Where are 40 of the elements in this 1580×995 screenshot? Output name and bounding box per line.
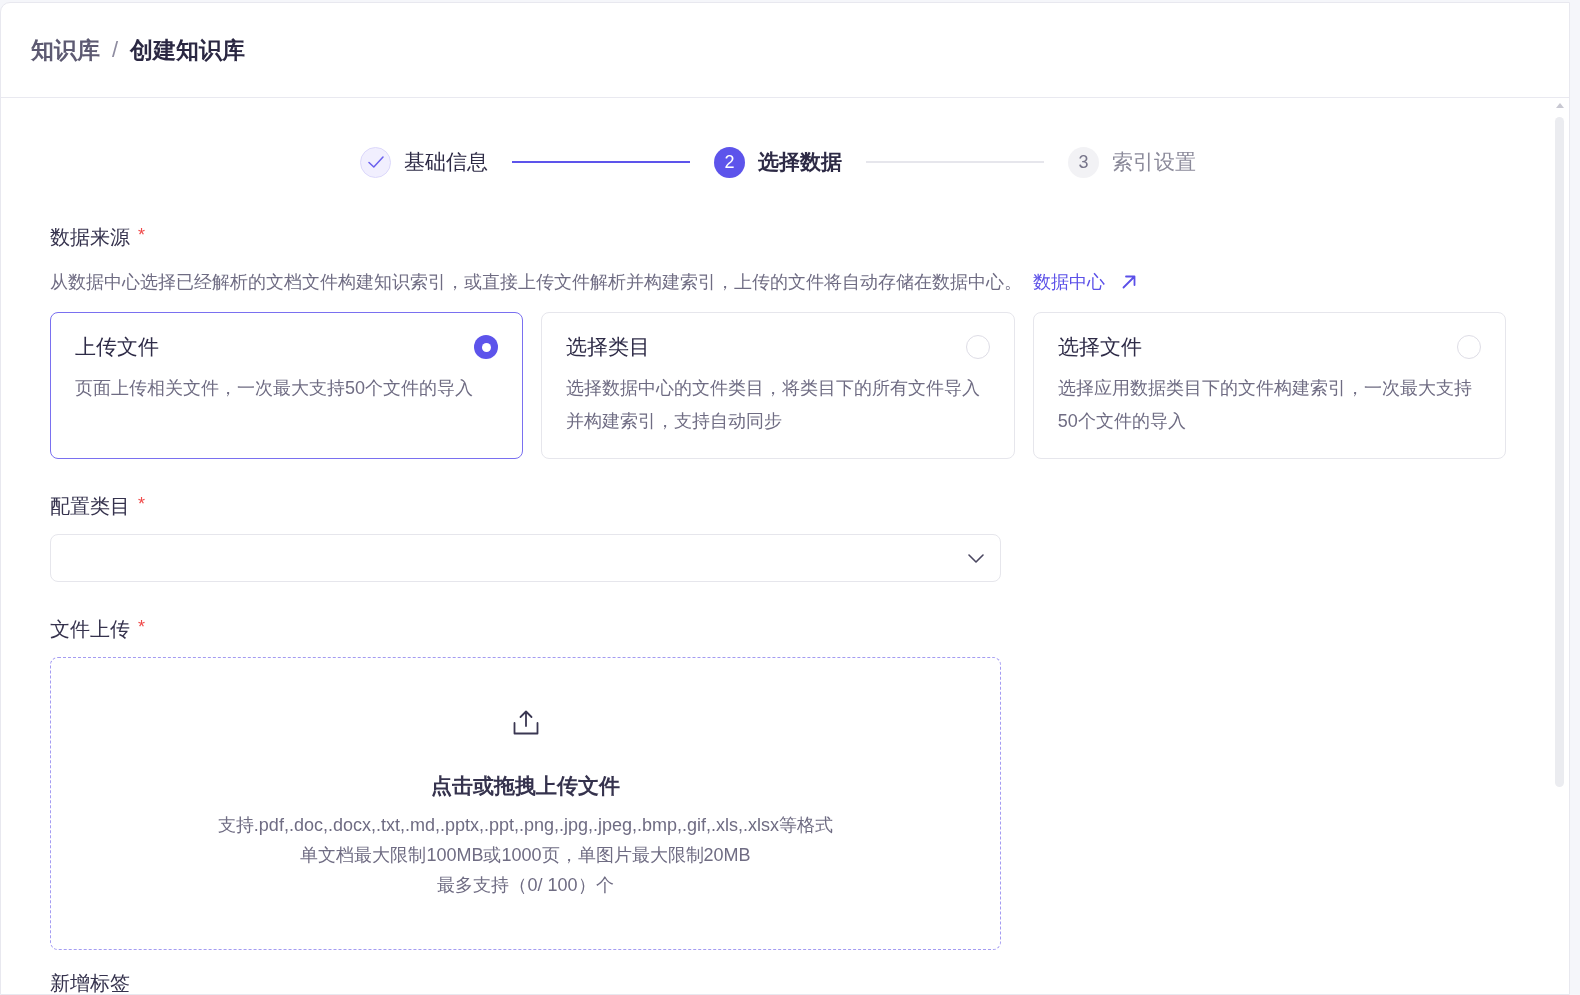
breadcrumb-link[interactable]: 知识库: [31, 34, 100, 66]
data-center-link[interactable]: 数据中心: [1033, 270, 1136, 294]
radio-icon[interactable]: [1457, 335, 1481, 359]
category-select[interactable]: [50, 534, 1001, 582]
option-title: 选择类目: [566, 334, 651, 360]
step-number: 2: [714, 146, 745, 178]
option-description: 页面上传相关文件，一次最大支持50个文件的导入: [75, 377, 475, 400]
upload-title: 点击或拖拽上传文件: [431, 773, 620, 799]
option-description: 选择应用数据类目下的文件构建索引，一次最大支持50个文件的导入: [1057, 377, 1473, 433]
field-label: 新增标签: [50, 974, 130, 992]
option-description: 选择数据中心的文件类目，将类目下的所有文件导入并构建索引，支持自动同步: [566, 377, 982, 433]
step-number: 3: [1068, 146, 1099, 178]
field-label: 文件上传: [50, 617, 130, 642]
scroll-up-icon[interactable]: [1555, 103, 1564, 108]
upload-hint: 支持.pdf,.doc,.docx,.txt,.md,.pptx,.ppt,.png,.jpg,.jpeg,.bmp,.gif,.xls,.xlsx等格式: [217, 814, 834, 837]
option-title: 上传文件: [75, 334, 159, 360]
breadcrumb-separator: /: [112, 36, 119, 64]
source-option-card[interactable]: 选择文件 选择应用数据类目下的文件构建索引，一次最大支持50个文件的导入: [1032, 312, 1506, 459]
field-label: 数据来源: [50, 225, 130, 250]
upload-icon: [512, 710, 539, 735]
chevron-down-icon: [968, 553, 984, 563]
source-option-card[interactable]: 上传文件 页面上传相关文件，一次最大支持50个文件的导入: [50, 312, 524, 459]
step-label: 基础信息: [404, 149, 488, 175]
radio-icon[interactable]: [965, 335, 990, 359]
field-label: 配置类目: [50, 494, 130, 519]
step-label: 索引设置: [1112, 149, 1196, 175]
required-mark: *: [138, 616, 145, 638]
step-label: 选择数据: [758, 149, 842, 175]
check-icon: [367, 156, 384, 168]
upload-dropzone[interactable]: 点击或拖拽上传文件 支持.pdf,.doc,.docx,.txt,.md,.pptx,.ppt,.png,.jpg,.jpeg,.bmp,.gif,.xls,.xlsx等格式 单文档最大限制100MB或1000页，单图片最大限制20MB 最多支持（0/ 100）个: [50, 657, 1001, 950]
source-option-card[interactable]: 选择类目 选择数据中心的文件类目，将类目下的所有文件导入并构建索引，支持自动同步: [541, 312, 1015, 459]
required-mark: *: [138, 224, 145, 246]
radio-selected-icon[interactable]: [474, 335, 499, 359]
required-mark: *: [138, 493, 145, 515]
upload-hint: 最多支持（0/ 100）个: [437, 874, 614, 897]
arrow-up-right-icon: [1122, 275, 1136, 289]
source-description: 从数据中心选择已经解析的文档文件构建知识索引，或直接上传文件解析并构建索引，上传的文件将自动存储在数据中心。: [50, 271, 1022, 294]
upload-hint: 单文档最大限制100MB或1000页，单图片最大限制20MB: [300, 844, 751, 867]
option-title: 选择文件: [1057, 334, 1142, 360]
breadcrumb-current: 创建知识库: [130, 36, 246, 65]
